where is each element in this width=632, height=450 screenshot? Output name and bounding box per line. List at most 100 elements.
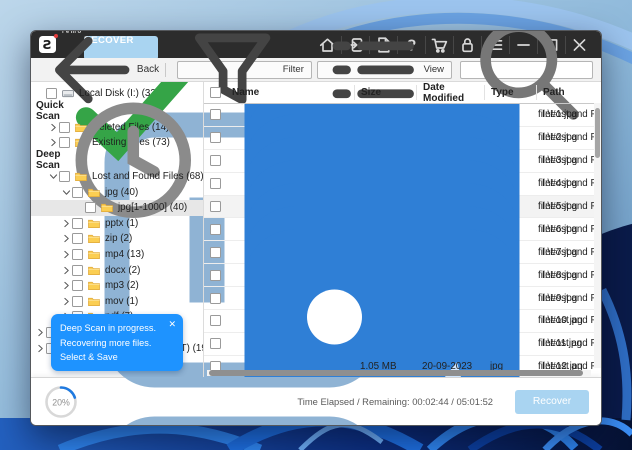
tree-item[interactable]: mp3 (2) bbox=[31, 278, 203, 294]
tree-item-label: mov (1) bbox=[105, 296, 138, 307]
jpg-file-icon bbox=[232, 217, 532, 377]
checkbox[interactable] bbox=[72, 218, 83, 229]
folder-icon bbox=[87, 218, 101, 229]
checkbox[interactable] bbox=[210, 293, 221, 304]
statusbar: 20% Deep Scan in progress... Found: 333 … bbox=[31, 377, 601, 425]
checkbox[interactable] bbox=[210, 247, 221, 258]
chevron-right-icon[interactable] bbox=[61, 265, 72, 276]
cell-path: I:\Lost and F bbox=[536, 293, 594, 304]
row-checkbox-cell bbox=[204, 247, 230, 258]
column-header-date-modified[interactable]: Date Modified bbox=[416, 85, 484, 100]
checkbox[interactable] bbox=[210, 270, 221, 281]
chevron-right-icon[interactable] bbox=[35, 343, 46, 354]
remo-logo-icon: Ƨ bbox=[39, 36, 56, 53]
folder-icon bbox=[100, 202, 114, 213]
checkbox[interactable] bbox=[210, 109, 221, 120]
checkbox[interactable] bbox=[72, 249, 83, 260]
cell-path: I:\Lost and F bbox=[536, 109, 594, 120]
folder-icon bbox=[87, 187, 101, 198]
buy-button[interactable] bbox=[425, 36, 453, 54]
chevron-right-icon[interactable] bbox=[61, 280, 72, 291]
recover-button[interactable]: Recover bbox=[515, 390, 589, 414]
checkbox[interactable] bbox=[210, 224, 221, 235]
tree-item-label: jpg (40) bbox=[105, 187, 138, 198]
folder-icon bbox=[74, 171, 88, 182]
back-label: Back bbox=[137, 64, 159, 75]
file-list-panel: NameSizeDate ModifiedTypePath file#1.jpg… bbox=[204, 82, 601, 377]
tree-item-label: mp4 (13) bbox=[105, 249, 144, 260]
tree-section-label: Quick Scan bbox=[36, 100, 64, 122]
select-all-checkbox[interactable] bbox=[210, 87, 221, 98]
folder-icon bbox=[87, 296, 101, 307]
checkbox[interactable] bbox=[72, 265, 83, 276]
cell-path: I:\Lost and F bbox=[536, 132, 594, 143]
search-box[interactable] bbox=[460, 61, 593, 79]
view-label: View bbox=[424, 64, 444, 75]
column-header-size[interactable]: Size bbox=[354, 85, 416, 100]
column-header-name[interactable]: Name bbox=[230, 85, 354, 100]
checkbox[interactable] bbox=[210, 155, 221, 166]
column-header-path[interactable]: Path bbox=[536, 85, 594, 100]
folder-icon bbox=[87, 249, 101, 260]
folder-icon bbox=[87, 265, 101, 276]
tree-item[interactable]: mp4 (13) bbox=[31, 247, 203, 263]
folder-icon bbox=[87, 233, 101, 244]
cell-path: I:\Lost and F bbox=[536, 338, 594, 349]
chevron-right-icon[interactable] bbox=[48, 122, 59, 133]
app-window: Ƨ remo RECOVER ? Back Local Disk (I:)Los… bbox=[30, 30, 602, 426]
checkbox[interactable] bbox=[72, 187, 83, 198]
cell-path: I:\Lost and F bbox=[536, 224, 594, 235]
row-checkbox-cell bbox=[204, 293, 230, 304]
checkbox[interactable] bbox=[210, 338, 221, 349]
progress-percent: 20% bbox=[52, 397, 70, 407]
tree-item[interactable]: Lost and Found Files (68) bbox=[31, 169, 203, 185]
checkbox[interactable] bbox=[210, 132, 221, 143]
column-header-type[interactable]: Type bbox=[484, 85, 536, 100]
select-all-checkbox-cell bbox=[204, 85, 230, 100]
toolbar: Back Local Disk (I:)Lost and...jpgjpg[1-… bbox=[31, 58, 601, 82]
checkbox[interactable] bbox=[210, 178, 221, 189]
row-checkbox-cell bbox=[204, 315, 230, 326]
horizontal-scrollbar[interactable] bbox=[207, 370, 591, 376]
checkbox[interactable] bbox=[59, 171, 70, 182]
chevron-right-icon[interactable] bbox=[48, 137, 59, 148]
content-area: Local Disk (I:) (333)Quick ScanDeleted F… bbox=[31, 82, 601, 377]
tree-section-deep-scan: Deep Scan bbox=[31, 151, 203, 169]
deep-scan-tooltip: ✕ Deep Scan in progress. Recovering more… bbox=[51, 314, 183, 371]
tooltip-line: Recovering more files. bbox=[60, 336, 174, 350]
checkbox[interactable] bbox=[46, 88, 57, 99]
vertical-scrollbar[interactable] bbox=[594, 103, 601, 368]
tree-item-label: pptx (1) bbox=[105, 218, 138, 229]
checkbox[interactable] bbox=[72, 296, 83, 307]
row-checkbox-cell bbox=[204, 109, 230, 120]
chevron-right-icon[interactable] bbox=[61, 218, 72, 229]
chevron-down-icon[interactable] bbox=[48, 171, 59, 182]
chevron-right-icon[interactable] bbox=[61, 296, 72, 307]
tree-item[interactable]: zip (2) bbox=[31, 231, 203, 247]
tree-item-label: Lost and Found Files (68) bbox=[92, 171, 204, 182]
table-header: NameSizeDate ModifiedTypePath bbox=[204, 82, 601, 104]
progress-ring: 20% bbox=[43, 384, 79, 420]
checkbox[interactable] bbox=[72, 233, 83, 244]
row-checkbox-cell bbox=[204, 155, 230, 166]
time-elapsed-remaining: Time Elapsed / Remaining: 00:02:44 / 05:… bbox=[297, 396, 493, 407]
checkbox[interactable] bbox=[85, 202, 96, 213]
view-button[interactable]: View bbox=[317, 61, 452, 79]
tree-item-label: docx (2) bbox=[105, 265, 140, 276]
checkbox[interactable] bbox=[72, 280, 83, 291]
filter-button[interactable]: Filter bbox=[177, 61, 312, 79]
cell-path: I:\Lost and F bbox=[536, 201, 594, 212]
chevron-right-icon[interactable] bbox=[35, 327, 46, 338]
tree-item[interactable]: docx (2) bbox=[31, 262, 203, 278]
chevron-right-icon[interactable] bbox=[61, 233, 72, 244]
tooltip-close-icon[interactable]: ✕ bbox=[168, 318, 176, 332]
chevron-right-icon[interactable] bbox=[61, 249, 72, 260]
filter-label: Filter bbox=[283, 64, 304, 75]
cell-name: file#12.jpg bbox=[230, 217, 354, 377]
checkbox[interactable] bbox=[210, 201, 221, 212]
checkbox[interactable] bbox=[210, 315, 221, 326]
chevron-down-icon[interactable] bbox=[61, 187, 72, 198]
cell-path: I:\Lost and F bbox=[536, 247, 594, 258]
tree-item-label: zip (2) bbox=[105, 233, 132, 244]
tree-item[interactable]: mov (1) bbox=[31, 294, 203, 310]
